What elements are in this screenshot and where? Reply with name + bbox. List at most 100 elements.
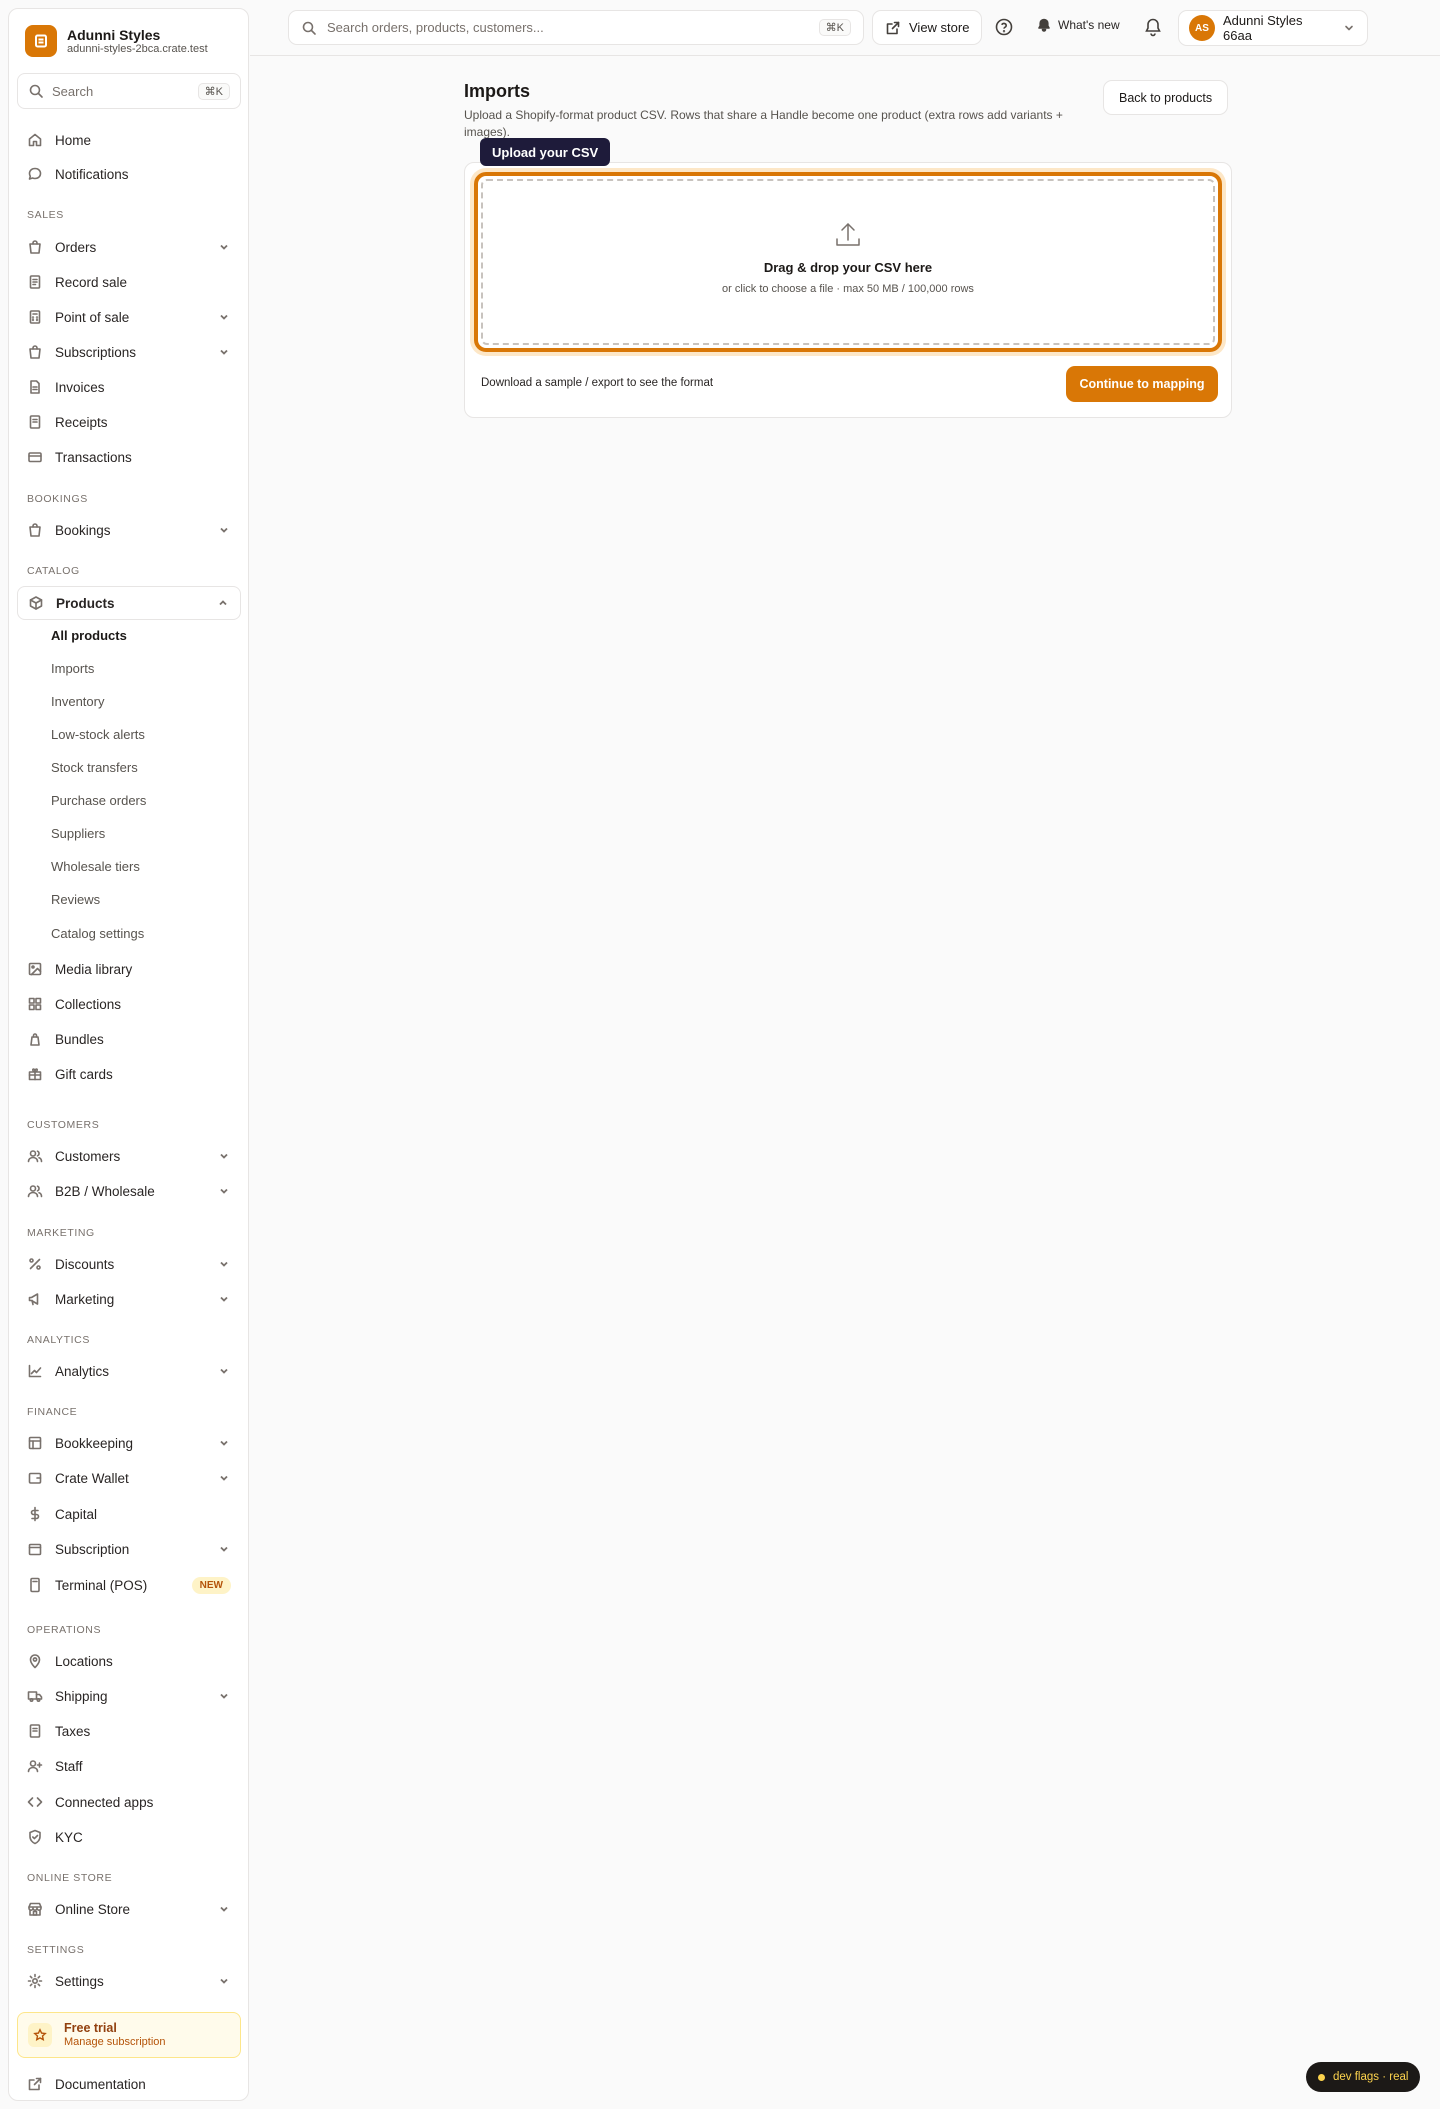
- view-store-button[interactable]: View store: [872, 10, 983, 45]
- sidebar-item-orders[interactable]: Orders: [17, 232, 241, 262]
- sidebar-item-home[interactable]: Home: [17, 125, 241, 155]
- sidebar-item-label: Discounts: [55, 1256, 115, 1272]
- help-icon[interactable]: [994, 17, 1014, 37]
- avatar: AS: [1189, 15, 1215, 41]
- global-search-input[interactable]: Search orders, products, customers... ⌘K: [288, 10, 864, 45]
- gift-icon: [27, 1066, 43, 1082]
- bag-icon: [27, 522, 43, 538]
- sidebar-item-products[interactable]: Products: [17, 586, 241, 620]
- external-link-icon: [27, 2076, 43, 2092]
- chevron-down-icon: [217, 310, 231, 324]
- sidebar-subitem-suppliers[interactable]: Suppliers: [51, 824, 105, 844]
- external-link-icon: [885, 20, 901, 36]
- sidebar-item-terminal-pos[interactable]: Terminal (POS) NEW: [17, 1570, 241, 1600]
- sidebar-item-invoices[interactable]: Invoices: [17, 372, 241, 402]
- sidebar-item-label: Notifications: [55, 166, 129, 182]
- sidebar-item-record-sale[interactable]: Record sale: [17, 267, 241, 297]
- sidebar-item-connected-apps[interactable]: Connected apps: [17, 1787, 241, 1817]
- sidebar-subitem-all-products[interactable]: All products: [51, 626, 127, 646]
- account-name: Adunni Styles 66aa: [1223, 13, 1303, 43]
- sidebar-item-label: Staff: [55, 1758, 83, 1774]
- download-sample-link[interactable]: Download a sample / export to see the fo…: [481, 377, 713, 389]
- users-icon: [27, 1183, 43, 1199]
- section-sales: SALES: [27, 209, 64, 221]
- section-analytics: ANALYTICS: [27, 1334, 90, 1346]
- sidebar-item-customers[interactable]: Customers: [17, 1141, 241, 1171]
- sidebar-item-label: Subscriptions: [55, 344, 137, 360]
- chevron-down-icon: [217, 1542, 231, 1556]
- sidebar-subitem-inventory[interactable]: Inventory: [51, 692, 104, 712]
- sidebar-item-bundles[interactable]: Bundles: [17, 1024, 241, 1054]
- view-store-label: View store: [909, 20, 970, 35]
- chevron-down-icon: [217, 240, 231, 254]
- section-marketing: MARKETING: [27, 1227, 95, 1239]
- sidebar-item-settings[interactable]: Settings: [17, 1966, 241, 1996]
- sidebar-subitem-reviews[interactable]: Reviews: [51, 890, 100, 910]
- dollar-icon: [27, 1506, 43, 1522]
- calendar-icon: [27, 1541, 43, 1557]
- sidebar-item-discounts[interactable]: Discounts: [17, 1249, 241, 1279]
- sidebar-item-point-of-sale[interactable]: Point of sale: [17, 302, 241, 332]
- sidebar-item-marketing[interactable]: Marketing: [17, 1284, 241, 1314]
- sidebar-item-label: Products: [56, 595, 115, 611]
- sidebar-item-b2b-wholesale[interactable]: B2B / Wholesale: [17, 1176, 241, 1206]
- sidebar-item-transactions[interactable]: Transactions: [17, 442, 241, 472]
- sidebar-subitem-purchase-orders[interactable]: Purchase orders: [51, 791, 146, 811]
- sidebar-item-bookings[interactable]: Bookings: [17, 515, 241, 545]
- trial-title: Free trial: [64, 2021, 117, 2035]
- sidebar-item-label: Collections: [55, 996, 122, 1012]
- sidebar-item-documentation[interactable]: Documentation: [17, 2069, 241, 2099]
- line-chart-icon: [27, 1363, 43, 1379]
- sidebar-subitem-stock-transfers[interactable]: Stock transfers: [51, 758, 138, 778]
- sidebar-item-analytics[interactable]: Analytics: [17, 1356, 241, 1386]
- chevron-down-icon: [217, 1149, 231, 1163]
- free-trial-card[interactable]: Free trial Manage subscription: [17, 2012, 241, 2058]
- sidebar-item-receipts[interactable]: Receipts: [17, 407, 241, 437]
- dev-flags-label: dev flags · real: [1333, 2071, 1409, 2083]
- sidebar-item-subscription[interactable]: Subscription: [17, 1534, 241, 1564]
- sidebar-search[interactable]: Search ⌘K: [17, 73, 241, 109]
- account-menu[interactable]: AS Adunni Styles 66aa: [1178, 10, 1368, 46]
- shopping-bag-icon: [27, 239, 43, 255]
- sidebar-item-gift-cards[interactable]: Gift cards: [17, 1059, 241, 1089]
- sidebar-item-taxes[interactable]: Taxes: [17, 1716, 241, 1746]
- sidebar-item-label: Crate Wallet: [55, 1470, 129, 1486]
- sidebar-item-crate-wallet[interactable]: Crate Wallet: [17, 1463, 241, 1493]
- sidebar-item-collections[interactable]: Collections: [17, 989, 241, 1019]
- sidebar-item-capital[interactable]: Capital: [17, 1499, 241, 1529]
- manage-subscription-link[interactable]: Manage subscription: [64, 2035, 166, 2049]
- sidebar-item-label: Terminal (POS): [55, 1577, 148, 1593]
- sidebar-item-shipping[interactable]: Shipping: [17, 1681, 241, 1711]
- sidebar-item-subscriptions[interactable]: Subscriptions: [17, 337, 241, 367]
- sidebar-item-online-store[interactable]: Online Store: [17, 1894, 241, 1924]
- brand[interactable]: Adunni Styles adunni-styles-2bca.crate.t…: [25, 25, 208, 57]
- sidebar-subitem-imports[interactable]: Imports: [51, 659, 94, 679]
- status-dot-icon: [1318, 2073, 1325, 2081]
- users-icon: [27, 1148, 43, 1164]
- brand-url: adunni-styles-2bca.crate.test: [67, 42, 208, 55]
- dev-flags-pill[interactable]: dev flags · real: [1306, 2062, 1421, 2092]
- sidebar-item-label: Media library: [55, 961, 133, 977]
- sidebar-subitem-low-stock-alerts[interactable]: Low-stock alerts: [51, 725, 145, 745]
- continue-to-mapping-button[interactable]: Continue to mapping: [1066, 366, 1218, 402]
- sidebar-item-media-library[interactable]: Media library: [17, 954, 241, 984]
- chevron-down-icon: [217, 1436, 231, 1450]
- whats-new-button[interactable]: What's new: [1036, 17, 1120, 33]
- sidebar-item-bookkeeping[interactable]: Bookkeeping: [17, 1428, 241, 1458]
- sidebar-item-notifications[interactable]: Notifications: [17, 159, 241, 189]
- sidebar-item-label: Point of sale: [55, 309, 130, 325]
- section-finance: FINANCE: [27, 1406, 78, 1418]
- csv-dropzone[interactable]: Drag & drop your CSV here or click to ch…: [474, 172, 1222, 352]
- sidebar-subitem-wholesale-tiers[interactable]: Wholesale tiers: [51, 857, 140, 877]
- star-icon: [28, 2023, 52, 2047]
- sidebar-subitem-catalog-settings[interactable]: Catalog settings: [51, 924, 144, 944]
- megaphone-icon: [27, 1291, 43, 1307]
- wallet-icon: [27, 1470, 43, 1486]
- notifications-bell-icon[interactable]: [1142, 16, 1164, 38]
- back-to-products-button[interactable]: Back to products: [1103, 80, 1229, 115]
- sidebar-item-locations[interactable]: Locations: [17, 1646, 241, 1676]
- sidebar-item-staff[interactable]: Staff: [17, 1751, 241, 1781]
- sidebar-item-kyc[interactable]: KYC: [17, 1822, 241, 1852]
- sidebar-item-label: Record sale: [55, 274, 128, 290]
- chevron-down-icon: [217, 523, 231, 537]
